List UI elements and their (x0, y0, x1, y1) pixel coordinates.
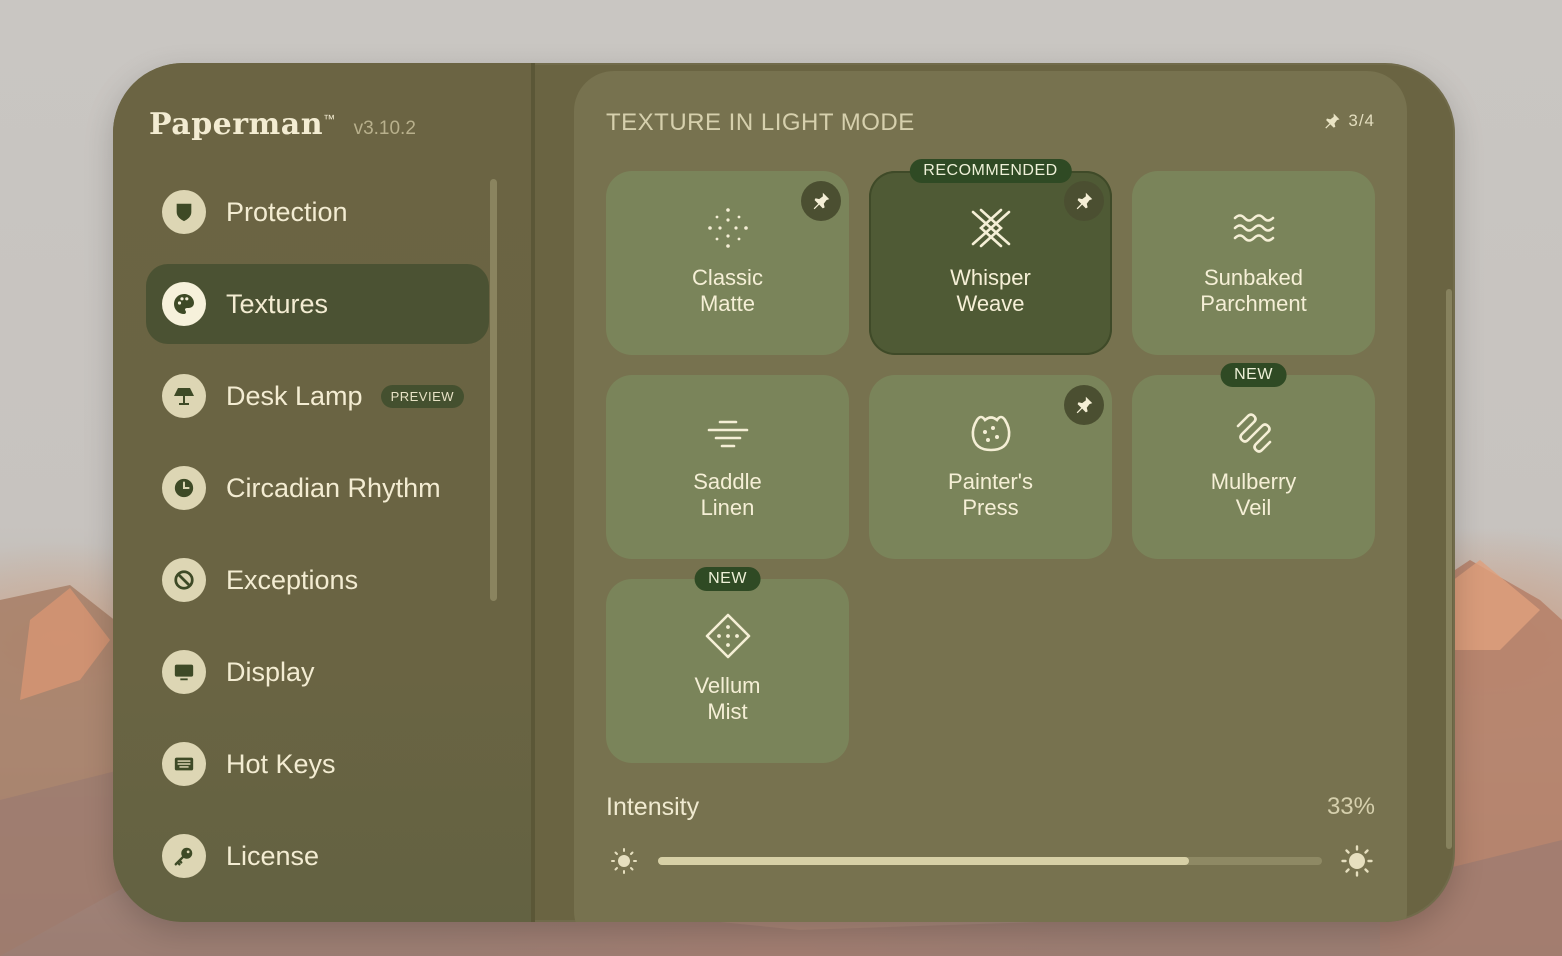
intensity-value: 33% (1326, 793, 1375, 820)
pin-icon (1325, 113, 1340, 129)
slider-fill (658, 857, 1190, 865)
intensity-slider[interactable] (606, 841, 1375, 881)
pin-icon (1076, 396, 1093, 414)
lamp-icon (162, 374, 206, 418)
preview-badge: PREVIEW (380, 384, 465, 408)
keyboard-icon (162, 742, 206, 786)
monitor-icon (162, 650, 206, 694)
sidebar-item-license[interactable]: License (146, 816, 489, 896)
sidebar-item-display[interactable]: Display (146, 632, 489, 712)
cookie-icon (968, 409, 1014, 455)
sidebar-item-label: Desk Lamp (226, 380, 363, 411)
sidebar-item-label: Exceptions (226, 564, 359, 595)
sidebar-item-label: Circadian Rhythm (226, 472, 441, 503)
pin-count: 3/4 (1322, 111, 1375, 131)
texture-card-vellum-mist[interactable]: NEW Vellum Mist (606, 567, 849, 763)
sidebar-item-desk-lamp[interactable]: Desk Lamp PREVIEW (146, 356, 489, 436)
sidebar-item-label: Hot Keys (226, 748, 336, 779)
texture-card-sunbaked-parchment[interactable]: Sunbaked Parchment (1132, 171, 1375, 355)
texture-card-painters-press[interactable]: Painter's Press (869, 375, 1112, 559)
pin-button[interactable] (801, 181, 841, 221)
weave-icon (968, 205, 1014, 251)
panel-scrollbar[interactable] (1446, 289, 1452, 849)
texture-panel: TEXTURE IN LIGHT MODE 3/4 Classic Matte … (574, 71, 1407, 922)
texture-card-whisper-weave[interactable]: RECOMMENDED Whisper Weave (869, 159, 1112, 355)
sidebar-nav: Protection Textures Desk Lamp PREVIEW Ci… (146, 172, 489, 908)
palette-icon (162, 282, 206, 326)
texture-label: Mulberry Veil (1210, 469, 1297, 520)
sidebar-item-label: Protection (226, 196, 348, 227)
sidebar-item-circadian-rhythm[interactable]: Circadian Rhythm (146, 448, 489, 528)
sidebar-item-hot-keys[interactable]: Hot Keys (146, 724, 489, 804)
recommended-badge: RECOMMENDED (909, 159, 1072, 183)
sparkle-dots-icon (705, 205, 751, 251)
key-icon (162, 834, 206, 878)
clock-icon (162, 466, 206, 510)
texture-label: Whisper Weave (950, 265, 1031, 316)
diamond-dots-icon (705, 613, 751, 659)
sidebar-item-protection[interactable]: Protection (146, 172, 489, 252)
new-badge: NEW (694, 567, 761, 591)
sidebar-item-label: Textures (226, 288, 329, 319)
sidebar: Paperman™ v3.10.2 Protection Textures De… (113, 63, 531, 922)
brand: Paperman™ v3.10.2 (149, 107, 416, 142)
sun-small-icon (611, 848, 637, 874)
divider (531, 63, 535, 922)
texture-label: Classic Matte (692, 265, 763, 316)
texture-card-mulberry-veil[interactable]: NEW Mulberry Veil (1132, 363, 1375, 559)
texture-label: Painter's Press (948, 469, 1033, 520)
app-version: v3.10.2 (353, 118, 416, 139)
app-logo: Paperman™ (149, 107, 336, 142)
texture-card-saddle-linen[interactable]: Saddle Linen (606, 375, 849, 559)
waves-icon (1231, 205, 1277, 251)
squiggle-icon (1231, 409, 1277, 455)
texture-label: Sunbaked Parchment (1200, 265, 1307, 316)
lines-icon (705, 409, 751, 455)
app-window: Paperman™ v3.10.2 Protection Textures De… (113, 63, 1455, 922)
shield-icon (162, 190, 206, 234)
pin-button[interactable] (1064, 181, 1104, 221)
texture-label: Vellum Mist (694, 673, 761, 724)
texture-card-classic-matte[interactable]: Classic Matte (606, 171, 849, 355)
sidebar-item-exceptions[interactable]: Exceptions (146, 540, 489, 620)
intensity-label: Intensity (606, 793, 700, 821)
sidebar-item-label: Display (226, 656, 315, 687)
pin-icon (813, 192, 830, 210)
pin-icon (1076, 192, 1093, 210)
sidebar-item-textures[interactable]: Textures (146, 264, 489, 344)
sidebar-item-label: License (226, 840, 320, 871)
sidebar-scrollbar[interactable] (490, 179, 497, 601)
new-badge: NEW (1220, 363, 1287, 387)
slider-track[interactable] (658, 857, 1322, 865)
block-icon (162, 558, 206, 602)
texture-label: Saddle Linen (693, 469, 762, 520)
pin-button[interactable] (1064, 385, 1104, 425)
sun-large-icon (1341, 845, 1373, 877)
panel-title: TEXTURE IN LIGHT MODE (606, 109, 915, 136)
